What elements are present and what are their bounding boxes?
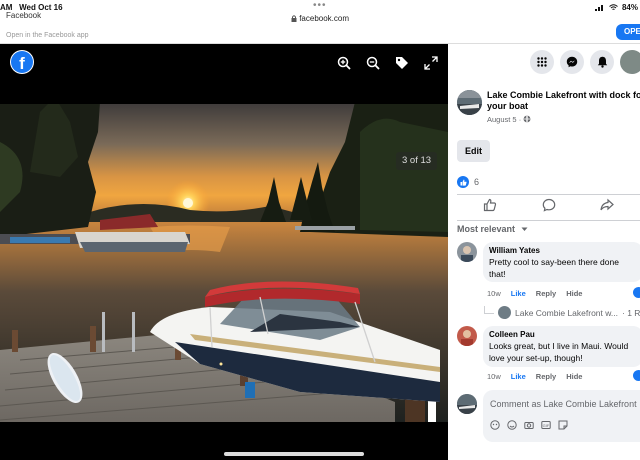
comment-bubble: William Yates Pretty cool to say-been th… [483, 242, 640, 282]
reply-preview-author: Lake Combie Lakefront w... [515, 307, 619, 318]
comment-like-reaction-icon [633, 287, 640, 298]
comment-meta: 10w Like Reply Hide [487, 372, 582, 381]
post-actions [457, 198, 640, 218]
panel-top-icons [530, 50, 640, 74]
avatar-sticker-icon[interactable] [490, 420, 500, 430]
comment-reply-link[interactable]: Reply [536, 372, 556, 381]
lock-icon [291, 15, 297, 22]
menu-grid-button[interactable] [530, 50, 554, 74]
commenter-name[interactable]: William Yates [489, 246, 636, 255]
wifi-icon [609, 4, 618, 10]
comment-placeholder: Comment as Lake Combie Lakefront [490, 399, 637, 409]
gif-icon[interactable]: GIF [541, 420, 551, 430]
comment-meta: 10w Like Reply Hide [487, 289, 582, 298]
comment-text: Looks great, but I live in Maui. Would l… [489, 341, 629, 363]
url-text[interactable]: facebook.com [0, 14, 640, 23]
commenter-avatar[interactable] [457, 242, 477, 262]
composer-avatar [457, 394, 477, 414]
fullscreen-icon[interactable] [424, 56, 438, 70]
notifications-button[interactable] [590, 50, 614, 74]
multitask-dots-icon[interactable]: ••• [313, 0, 327, 11]
comment-bubble: Colleen Pau Looks great, but I live in M… [483, 326, 640, 367]
like-reaction-icon [457, 176, 469, 188]
open-in-app-button[interactable]: OPE [616, 24, 640, 40]
menu-grid-icon [537, 57, 547, 67]
comment-input[interactable]: Comment as Lake Combie Lakefront GIF [483, 390, 640, 442]
url-label: facebook.com [299, 14, 350, 23]
comment-text: Pretty cool to say-been there done that! [489, 257, 619, 279]
commenter-avatar[interactable] [457, 326, 477, 346]
post-date-label: August 5 · [487, 115, 522, 124]
tag-icon[interactable] [395, 56, 409, 70]
sort-label: Most relevant [457, 224, 516, 234]
commenter-name[interactable]: Colleen Pau [489, 330, 636, 339]
share-button-icon[interactable] [600, 198, 614, 212]
app-banner-subtitle: Open in the Facebook app [6, 32, 89, 39]
page-avatar[interactable] [457, 90, 482, 115]
reply-preview[interactable]: Lake Combie Lakefront w... · 1 R [484, 305, 640, 319]
profile-avatar[interactable] [620, 50, 640, 74]
status-bar: AM Wed Oct 16 ••• 84% [0, 0, 640, 14]
zoom-out-icon[interactable] [366, 56, 380, 70]
chevron-down-icon [521, 227, 528, 231]
messenger-button[interactable] [560, 50, 584, 74]
like-button-icon[interactable] [483, 198, 497, 212]
emoji-icon[interactable] [507, 420, 517, 430]
signal-icon [594, 5, 603, 11]
svg-text:GIF: GIF [543, 423, 550, 428]
divider [457, 194, 640, 195]
battery-percent: 84% [621, 3, 638, 12]
reply-count: · 1 R [622, 307, 640, 318]
composer-tools: GIF [490, 420, 568, 430]
divider [457, 220, 640, 221]
browser-address-bar: Facebook facebook.com Open in the Facebo… [0, 11, 640, 44]
notifications-bell-icon [597, 56, 607, 68]
zoom-in-icon[interactable] [337, 56, 351, 70]
comment-sort-dropdown[interactable]: Most relevant [457, 224, 528, 234]
home-indicator[interactable] [224, 452, 364, 456]
comment-time[interactable]: 10w [487, 372, 501, 381]
facebook-logo-icon[interactable]: f [10, 50, 34, 74]
comment-like-link[interactable]: Like [511, 289, 526, 298]
comment-button-icon[interactable] [542, 198, 556, 212]
post-side-panel: Lake Combie Lakefront with dock for your… [448, 44, 640, 460]
comment-hide-link[interactable]: Hide [566, 289, 582, 298]
edit-post-button[interactable]: Edit [457, 140, 490, 162]
comment-hide-link[interactable]: Hide [566, 372, 582, 381]
camera-icon[interactable] [524, 420, 534, 430]
photo-counter: 3 of 13 [396, 152, 438, 170]
comment-like-link[interactable]: Like [511, 372, 526, 381]
lake-dock-boat-photo[interactable] [0, 102, 448, 422]
reaction-summary[interactable]: 6 [457, 176, 479, 188]
like-count: 6 [474, 177, 480, 187]
reply-connector [484, 305, 494, 314]
comment-time[interactable]: 10w [487, 289, 501, 298]
comment-like-reaction-icon [633, 370, 640, 381]
comment-reply-link[interactable]: Reply [536, 289, 556, 298]
globe-icon [523, 115, 531, 123]
post-title[interactable]: Lake Combie Lakefront with dock for your… [487, 90, 640, 112]
reply-avatar [498, 306, 511, 319]
status-right: 84% [594, 3, 638, 12]
photo-viewer: f 3 of 13 [0, 44, 448, 460]
messenger-icon [566, 56, 578, 68]
post-date[interactable]: August 5 · [487, 115, 531, 124]
sticker-icon[interactable] [558, 420, 568, 430]
viewer-toolbar [337, 56, 438, 70]
